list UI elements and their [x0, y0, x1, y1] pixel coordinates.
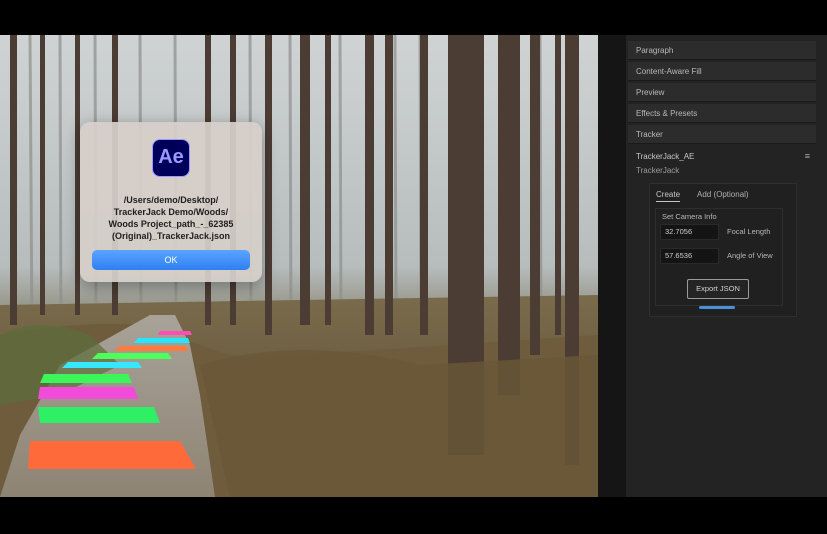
composition-viewer[interactable]: Ae /Users/demo/Desktop/ TrackerJack Demo… [0, 35, 598, 497]
panel-preview[interactable]: Preview [628, 83, 816, 102]
export-complete-dialog: Ae /Users/demo/Desktop/ TrackerJack Demo… [80, 122, 262, 282]
focal-length-input[interactable]: 32.7056 [660, 224, 719, 240]
trackerjack-panel-title: TrackerJack_AE [636, 152, 695, 161]
export-progress-indicator [699, 306, 735, 309]
panel-effects-presets[interactable]: Effects & Presets [628, 104, 816, 123]
panel-menu-icon[interactable]: ≡ [805, 147, 810, 166]
trackerjack-subtitle: TrackerJack [636, 166, 680, 175]
trackerjack-panel-header[interactable]: TrackerJack_AE ≡ [628, 147, 816, 166]
ok-button[interactable]: OK [92, 250, 250, 270]
panel-tracker[interactable]: Tracker [628, 125, 816, 144]
camera-info-title: Set Camera Info [662, 212, 717, 221]
tab-add-optional[interactable]: Add (Optional) [697, 190, 749, 199]
focal-length-label: Focal Length [727, 227, 771, 236]
dialog-message-line: TrackerJack Demo/Woods/ [113, 207, 229, 217]
angle-of-view-label: Angle of View [727, 251, 773, 260]
export-json-button[interactable]: Export JSON [687, 279, 749, 299]
angle-of-view-input[interactable]: 57.6536 [660, 248, 719, 264]
right-panel-stack: Paragraph Content-Aware Fill Preview Eff… [626, 35, 827, 497]
tab-create[interactable]: Create [656, 190, 681, 202]
top-letterbox [0, 0, 827, 35]
dialog-message-line: (Original)_TrackerJack.json [111, 231, 231, 241]
bottom-letterbox [0, 497, 827, 534]
panel-paragraph[interactable]: Paragraph [628, 41, 816, 60]
dialog-message: /Users/demo/Desktop/ TrackerJack Demo/Wo… [88, 194, 254, 242]
after-effects-app-icon: Ae [152, 139, 190, 177]
trackerjack-ui: Create Add (Optional) Set Camera Info 32… [649, 183, 797, 317]
panel-gutter [598, 35, 626, 497]
dialog-message-line: Woods Project_path_-_62385 [108, 219, 234, 229]
camera-info-group: Set Camera Info 32.7056 Focal Length 57.… [655, 208, 783, 309]
dialog-message-line: /Users/demo/Desktop/ [123, 195, 219, 205]
panel-content-aware-fill[interactable]: Content-Aware Fill [628, 62, 816, 81]
